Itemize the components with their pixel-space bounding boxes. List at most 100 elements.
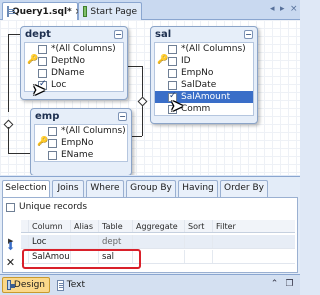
tab-selection[interactable]: Selection xyxy=(2,180,50,198)
cell-filter[interactable] xyxy=(213,250,295,263)
header-aggregate[interactable]: Aggregate xyxy=(133,220,185,232)
primary-key-icon: 🔑 xyxy=(37,137,49,147)
column-row[interactable]: 🔑 DeptNo xyxy=(25,55,123,67)
collapse-icon[interactable]: − xyxy=(114,30,123,39)
design-label: Design xyxy=(13,280,45,290)
join-line xyxy=(132,136,142,137)
start-page-icon xyxy=(83,6,88,17)
tab-scroll-right-icon[interactable]: ▸ xyxy=(280,4,285,14)
query-diagram-canvas[interactable]: dept − *(All Columns) 🔑DeptNo DName Loc … xyxy=(0,20,300,175)
column-label: ID xyxy=(181,56,191,66)
unique-records-option[interactable]: Unique records xyxy=(6,202,87,212)
column-label: Comm xyxy=(181,104,211,114)
column-checkbox[interactable] xyxy=(168,68,177,78)
cell-aggregate[interactable] xyxy=(133,235,185,248)
header-column[interactable]: Column xyxy=(29,220,71,232)
join-line xyxy=(128,66,142,67)
tab-joins[interactable]: Joins xyxy=(52,180,84,197)
sql-file-icon xyxy=(7,6,15,17)
column-row[interactable]: EmpNo xyxy=(155,67,253,79)
collapse-icon[interactable]: − xyxy=(244,30,253,39)
column-list: *(All Columns) 🔑 ID EmpNo SalDate SalAmou… xyxy=(154,42,254,116)
cell-column[interactable]: Loc xyxy=(29,235,71,248)
header-table[interactable]: Table xyxy=(99,220,133,232)
move-down-icon[interactable]: ⬇ xyxy=(4,240,17,253)
column-checkbox[interactable] xyxy=(168,56,177,66)
tab-query1-label: Query1.sql* xyxy=(12,6,72,17)
column-row[interactable]: 🔑 EmpNo xyxy=(35,137,127,149)
cell-alias[interactable] xyxy=(71,235,99,248)
tab-where[interactable]: Where xyxy=(86,180,124,197)
column-label: SalAmount xyxy=(181,92,231,102)
grid-header-spacer xyxy=(21,220,29,232)
table-row[interactable]: Loc dept xyxy=(21,235,295,249)
text-view-button[interactable]: Text xyxy=(53,277,89,293)
column-checkbox[interactable] xyxy=(48,126,57,136)
table-emp-header[interactable]: emp − xyxy=(31,109,131,124)
column-row[interactable]: DName xyxy=(25,67,123,79)
tab-scroll-left-icon[interactable]: ◂ xyxy=(270,4,275,14)
column-checkbox[interactable] xyxy=(168,44,177,54)
primary-key-icon: 🔑 xyxy=(157,55,169,65)
join-diamond-icon[interactable] xyxy=(137,96,148,107)
column-checkbox[interactable] xyxy=(48,150,57,160)
unique-records-checkbox[interactable] xyxy=(6,202,15,212)
tab-label: Joins xyxy=(57,183,79,193)
column-checkbox[interactable] xyxy=(38,44,47,54)
tab-query1[interactable]: Query1.sql* × xyxy=(2,2,82,20)
join-line xyxy=(8,127,9,153)
column-row[interactable]: 🔑 ID xyxy=(155,55,253,67)
join-line xyxy=(8,153,30,154)
column-label: Loc xyxy=(51,80,67,90)
design-icon xyxy=(7,280,15,290)
table-sal-header[interactable]: sal − xyxy=(151,27,257,42)
column-label: *(All Columns) xyxy=(61,126,126,136)
cell-sort[interactable] xyxy=(185,235,213,248)
mouse-cursor-icon: ➤ xyxy=(170,96,184,115)
mouse-cursor-icon: ➤ xyxy=(32,80,46,99)
tab-label: Where xyxy=(90,183,120,193)
query-sub-tabs: Selection Joins Where Group By Having Or… xyxy=(2,180,298,198)
selection-grid-header: Column Alias Table Aggregate Sort Filter xyxy=(21,220,295,233)
tab-having[interactable]: Having xyxy=(178,180,218,197)
cell-sort[interactable] xyxy=(185,250,213,263)
tab-label: Having xyxy=(182,183,214,193)
restore-panel-icon[interactable]: ❐ xyxy=(283,278,296,291)
table-emp[interactable]: emp − *(All Columns) 🔑 EmpNo EName xyxy=(30,108,132,175)
tab-start-page[interactable]: Start Page xyxy=(78,2,142,20)
header-filter[interactable]: Filter xyxy=(213,220,295,232)
design-view-button[interactable]: Design xyxy=(2,277,50,293)
header-alias[interactable]: Alias xyxy=(71,220,99,232)
column-checkbox[interactable] xyxy=(38,68,47,78)
column-label: DName xyxy=(51,68,85,78)
join-line xyxy=(8,34,9,112)
tab-group-by[interactable]: Group By xyxy=(126,180,176,197)
column-row[interactable]: *(All Columns) xyxy=(35,125,127,137)
delete-row-icon[interactable]: ✕ xyxy=(4,256,17,269)
column-label: DeptNo xyxy=(51,56,85,66)
tab-label: Group By xyxy=(130,183,172,193)
column-checkbox[interactable] xyxy=(38,56,47,66)
close-document-icon[interactable]: × xyxy=(290,4,298,14)
column-row[interactable]: *(All Columns) xyxy=(25,43,123,55)
table-name: emp xyxy=(35,111,60,122)
row-handle[interactable] xyxy=(21,235,29,248)
column-checkbox[interactable] xyxy=(168,80,177,90)
column-row[interactable]: SalDate xyxy=(155,79,253,91)
column-row[interactable]: *(All Columns) xyxy=(155,43,253,55)
tab-order-by[interactable]: Order By xyxy=(220,180,268,197)
header-sort[interactable]: Sort xyxy=(185,220,213,232)
column-row[interactable]: EName xyxy=(35,149,127,161)
primary-key-icon: 🔑 xyxy=(27,55,39,65)
cell-filter[interactable] xyxy=(213,235,295,248)
unique-records-label: Unique records xyxy=(19,202,88,212)
expand-panel-icon[interactable]: ⌃ xyxy=(268,278,281,291)
column-label: EmpNo xyxy=(181,68,214,78)
tab-label: Selection xyxy=(5,183,47,193)
cell-table[interactable]: dept xyxy=(99,235,133,248)
tab-start-page-label: Start Page xyxy=(90,6,137,17)
table-sal[interactable]: sal − *(All Columns) 🔑 ID EmpNo SalDate S… xyxy=(150,26,258,124)
collapse-icon[interactable]: − xyxy=(118,112,127,121)
column-checkbox[interactable] xyxy=(48,138,57,148)
table-dept-header[interactable]: dept − xyxy=(21,27,127,42)
